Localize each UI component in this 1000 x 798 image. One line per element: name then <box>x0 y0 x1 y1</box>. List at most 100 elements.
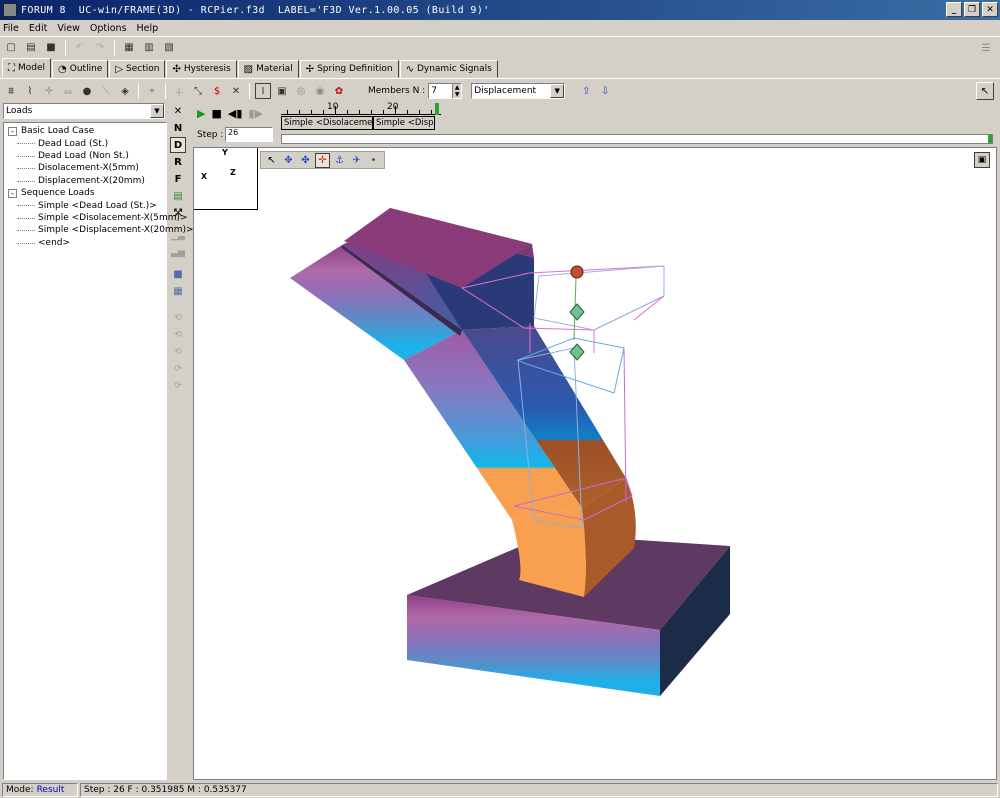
report-icon[interactable]: ▥ <box>141 40 157 56</box>
rotate-y-icon[interactable]: ⟲ <box>170 327 186 343</box>
load-icon[interactable]: ◈ <box>117 83 133 99</box>
redo-icon[interactable]: ↷ <box>92 40 108 56</box>
histogram-icon[interactable]: ▃▅ <box>170 245 186 261</box>
up-icon[interactable]: ⇧ <box>578 83 594 99</box>
axial-force-button[interactable]: N <box>170 120 186 136</box>
section-view-icon[interactable]: I <box>255 83 271 99</box>
deform-icon[interactable]: ⤱ <box>170 205 186 221</box>
result-type-select[interactable]: Displacement ▼ <box>471 83 566 99</box>
tree-item[interactable]: Dead Load (Non St.) <box>8 150 166 162</box>
menu-file[interactable]: File <box>3 23 19 34</box>
tab-outline[interactable]: ◔ Outline <box>52 60 109 78</box>
pan-icon[interactable]: ✛ <box>315 153 330 168</box>
contour-icon[interactable]: ▤ <box>170 188 186 204</box>
tree-item[interactable]: Simple <Displacement-X(20mm)> <box>8 224 194 236</box>
display-icon[interactable]: ▣ <box>274 83 290 99</box>
fill-icon[interactable]: ■ <box>170 266 186 282</box>
springs-icon[interactable]: ⌇ <box>22 83 38 99</box>
tree-item[interactable]: - Basic Load Case <box>8 125 166 137</box>
tab-model[interactable]: ⛶ Model <box>2 58 52 78</box>
tree-item[interactable]: Dead Load (St.) <box>8 137 166 149</box>
collapse-icon[interactable]: - <box>8 188 17 198</box>
mass-icon[interactable]: ● <box>79 83 95 99</box>
stop-icon[interactable]: ■ <box>211 107 221 120</box>
reaction-button[interactable]: R <box>170 154 186 170</box>
hinge-icon[interactable]: ⏛ <box>60 83 76 99</box>
tree-item[interactable]: Disolacement-X(5mm) <box>8 162 166 174</box>
sequence-segment[interactable]: Simple <Displac <box>373 116 435 130</box>
step-marker[interactable] <box>435 103 439 115</box>
play-icon[interactable]: ▶ <box>197 107 205 120</box>
members-spinner[interactable]: 7 ▲ ▼ <box>428 83 463 99</box>
export-icon[interactable]: ▧ <box>161 40 177 56</box>
force-button[interactable]: F <box>170 171 186 187</box>
dot-icon[interactable]: • <box>366 153 381 168</box>
new-file-icon[interactable]: ▢ <box>3 40 19 56</box>
open-file-icon[interactable]: ▤ <box>23 40 39 56</box>
step-back-icon[interactable]: ◀▮ <box>228 107 243 120</box>
orbit-icon[interactable]: ✤ <box>298 153 313 168</box>
displacement-button[interactable]: D <box>170 137 186 153</box>
add-member-icon[interactable]: ⤡ <box>190 83 206 99</box>
left-panel-select[interactable]: Loads ▼ <box>3 103 165 119</box>
main-toolbar: ▢ ▤ ■ ↶ ↷ ▦ ▥ ▧ ☰ <box>0 36 1000 58</box>
pin-icon[interactable]: ✦ <box>144 83 160 99</box>
menu-options[interactable]: Options <box>90 23 127 34</box>
sequence-segment[interactable]: Simple <Disolacement-X( <box>281 116 373 130</box>
3d-viewport[interactable]: Y X Z ↖ ✥ ✤ ✛ ⚓ ✈ • ▣ <box>193 147 997 780</box>
tab-spring-definition[interactable]: ✢ Spring Definition <box>299 60 399 78</box>
outline-icon: ◔ <box>58 63 67 75</box>
render-icon[interactable]: ◎ <box>293 83 309 99</box>
progress-bar[interactable] <box>281 134 993 144</box>
close-panel-icon[interactable]: ✕ <box>170 103 186 119</box>
grid-icon[interactable]: ▦ <box>170 283 186 299</box>
rotate-xy-icon[interactable]: ⟳ <box>170 361 186 377</box>
add-node-icon[interactable]: ＋ <box>171 83 187 99</box>
tree-item[interactable]: - Sequence Loads <box>8 187 166 199</box>
fly-icon[interactable]: ✈ <box>349 153 364 168</box>
delete-member-icon[interactable]: ✕ <box>228 83 244 99</box>
tab-hysteresis[interactable]: ✣ Hysteresis <box>166 60 237 78</box>
pointer-mode-button[interactable]: ↖ <box>976 82 994 100</box>
minimize-button[interactable]: _ <box>946 2 962 17</box>
tree-item[interactable]: Displacement-X(20mm) <box>8 175 166 187</box>
maximize-button[interactable]: ❐ <box>964 2 980 17</box>
tab-material[interactable]: ▨ Material <box>237 60 299 78</box>
rotate-z-icon[interactable]: ⟲ <box>170 344 186 360</box>
node-icon[interactable]: ✛ <box>41 83 57 99</box>
menu-edit[interactable]: Edit <box>29 23 47 34</box>
save-icon[interactable]: ■ <box>43 40 59 56</box>
member-icon[interactable]: ⟍ <box>98 83 114 99</box>
tree-item[interactable]: Simple <Dead Load (St.)> <box>8 199 166 211</box>
tree-item[interactable]: Simple <Disolacement-X(5mm)> <box>8 212 188 224</box>
progress-end-marker <box>988 135 992 143</box>
tree-item[interactable]: <end> <box>8 237 166 249</box>
animate-icon[interactable]: ✿ <box>331 83 347 99</box>
close-button[interactable]: ✕ <box>982 2 998 17</box>
rotate-x-icon[interactable]: ⟲ <box>170 310 186 326</box>
settings-icon[interactable]: ☰ <box>978 40 994 56</box>
supports-icon[interactable]: ⩩ <box>3 83 19 99</box>
spring-tool-icon[interactable]: $ <box>209 83 225 99</box>
tab-dynamic-signals[interactable]: ∿ Dynamic Signals <box>399 60 498 78</box>
step-input[interactable]: 26 <box>225 127 273 142</box>
spring-icon: ✢ <box>305 63 315 75</box>
spin-arrows-icon[interactable]: ▲ ▼ <box>452 84 462 98</box>
collapse-icon[interactable]: - <box>8 126 17 136</box>
rotate-icon[interactable]: ◉ <box>312 83 328 99</box>
print-icon[interactable]: ▦ <box>121 40 137 56</box>
menu-view[interactable]: View <box>57 23 80 34</box>
down-icon[interactable]: ⇩ <box>597 83 613 99</box>
bar-chart-icon[interactable]: ▁▃ <box>170 228 186 244</box>
left-panel: Loads ▼ - Basic Load Case Dead Load (St.) De… <box>3 103 194 780</box>
menu-help[interactable]: Help <box>137 23 159 34</box>
select-pointer-icon[interactable]: ↖ <box>264 153 279 168</box>
step-forward-icon[interactable]: ▮▶ <box>248 107 263 120</box>
rotate-all-icon[interactable]: ⟳ <box>170 378 186 394</box>
rotate-view-icon[interactable]: ✥ <box>281 153 296 168</box>
anchor-icon[interactable]: ⚓ <box>332 153 347 168</box>
view-options-icon[interactable]: ▣ <box>974 152 990 168</box>
step-label: Step : <box>197 130 224 140</box>
undo-icon[interactable]: ↶ <box>72 40 88 56</box>
tab-section[interactable]: ▷ Section <box>109 60 166 78</box>
